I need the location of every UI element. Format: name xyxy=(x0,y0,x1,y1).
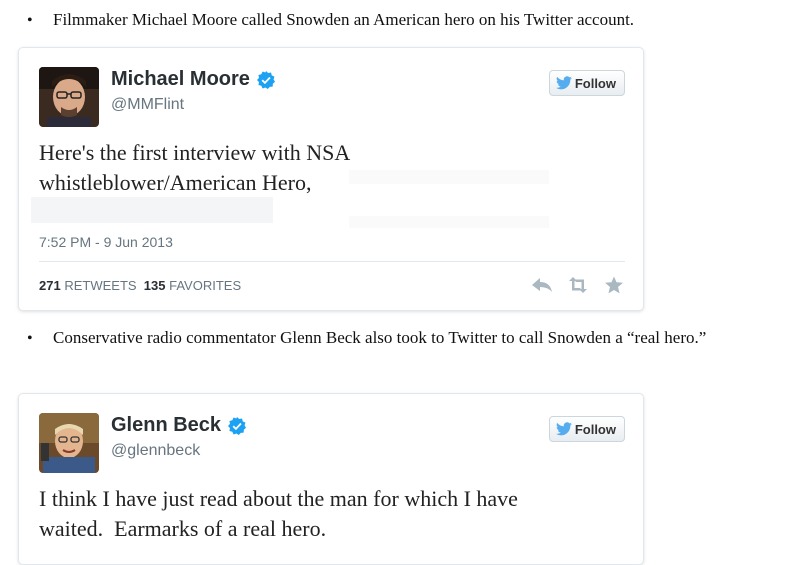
paragraph-text: Conservative radio commentator Glenn Bec… xyxy=(53,328,707,347)
reply-icon[interactable] xyxy=(531,276,553,294)
retweets-stat[interactable]: 271 RETWEETS xyxy=(39,278,137,293)
bullet-icon: • xyxy=(27,330,33,347)
tweet-stats: 271 RETWEETS 135 FAVORITES xyxy=(39,278,241,293)
tweet-text: I think I have just read about the man f… xyxy=(39,484,599,544)
tweet-card-michael-moore: Michael Moore @MMFlint Follow Here's the… xyxy=(18,47,644,311)
divider xyxy=(39,261,625,262)
favorites-stat[interactable]: 135 FAVORITES xyxy=(144,278,241,293)
author-name-row: Glenn Beck xyxy=(111,414,247,437)
follow-button[interactable]: Follow xyxy=(548,416,625,442)
redacted-area xyxy=(349,170,549,184)
retweets-count: 271 xyxy=(39,278,61,293)
follow-label: Follow xyxy=(574,75,616,91)
author-name[interactable]: Glenn Beck xyxy=(111,414,221,437)
twitter-bird-icon xyxy=(555,422,572,436)
tweet-timestamp[interactable]: 7:52 PM - 9 Jun 2013 xyxy=(39,234,173,250)
star-icon[interactable] xyxy=(603,276,625,294)
favorites-count: 135 xyxy=(143,278,166,293)
retweets-label: RETWEETS xyxy=(64,278,137,293)
author-name-row: Michael Moore xyxy=(111,68,275,91)
twitter-bird-icon xyxy=(555,76,572,90)
tweet-text-line: waited. Earmarks of a real hero. xyxy=(39,516,327,541)
tweet-text-line: I think I have just read about the man f… xyxy=(39,486,518,511)
avatar[interactable] xyxy=(39,67,99,127)
avatar[interactable] xyxy=(39,413,99,473)
author-handle[interactable]: @MMFlint xyxy=(111,96,184,114)
redacted-link-area xyxy=(31,197,273,223)
bullet-paragraph-moore: • Filmmaker Michael Moore called Snowden … xyxy=(27,6,787,35)
paragraph-text: Filmmaker Michael Moore called Snowden a… xyxy=(53,10,635,29)
verified-badge-icon xyxy=(228,416,247,435)
tweet-actions xyxy=(531,276,625,294)
redacted-area xyxy=(349,216,549,228)
retweet-icon[interactable] xyxy=(567,276,589,294)
follow-button[interactable]: Follow xyxy=(548,70,625,96)
follow-label: Follow xyxy=(574,421,616,437)
author-name[interactable]: Michael Moore xyxy=(111,68,250,91)
author-handle[interactable]: @glennbeck xyxy=(111,442,200,460)
verified-badge-icon xyxy=(256,70,275,89)
tweet-text: Here's the first interview with NSA whis… xyxy=(39,138,599,198)
favorites-label: FAVORITES xyxy=(169,278,242,293)
tweet-text-line: Here's the first interview with NSA xyxy=(39,140,351,165)
tweet-card-glenn-beck: Glenn Beck @glennbeck Follow I think I h… xyxy=(18,393,644,565)
bullet-paragraph-beck: • Conservative radio commentator Glenn Be… xyxy=(27,324,789,353)
bullet-icon: • xyxy=(27,12,33,29)
